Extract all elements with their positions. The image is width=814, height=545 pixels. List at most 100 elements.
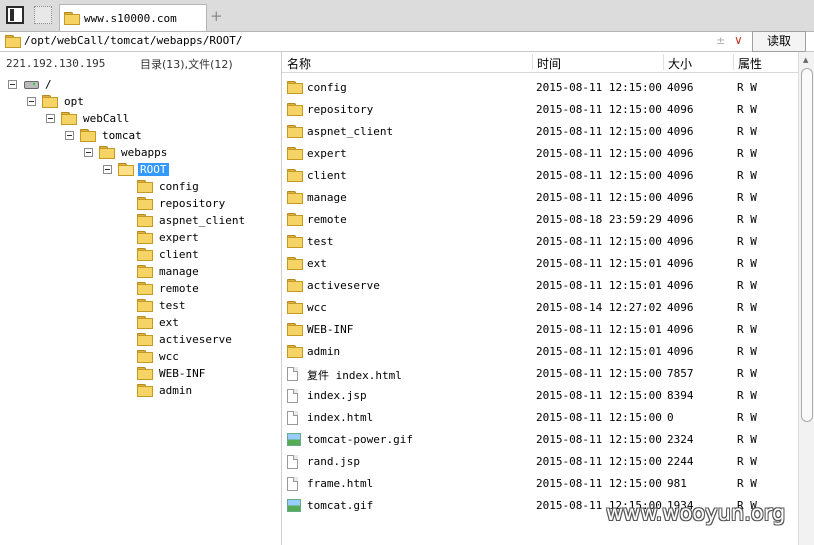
column-attr[interactable]: 属性 [738, 55, 762, 72]
tree-node[interactable]: webCall [46, 110, 131, 126]
tab-site[interactable]: www.s10000.com [59, 4, 207, 31]
file-row[interactable]: activeserve 2015-08-11 12:15:01 4096 R W [282, 275, 797, 297]
collapse-toggle-icon[interactable] [103, 164, 112, 174]
folder-icon [137, 197, 153, 210]
file-size: 2324 [667, 433, 694, 446]
image-file-icon [287, 433, 301, 446]
tree-node-label: tomcat [102, 128, 142, 142]
tree-node[interactable]: wcc [137, 348, 181, 364]
path-input[interactable]: /opt/webCall/tomcat/webapps/ROOT/ [24, 34, 243, 47]
column-divider[interactable] [733, 54, 734, 70]
file-name: frame.html [307, 477, 374, 490]
folder-icon [287, 323, 303, 336]
file-name: index.jsp [307, 389, 367, 402]
tree-node-label: WEB-INF [159, 366, 206, 380]
file-row[interactable]: admin 2015-08-11 12:15:01 4096 R W [282, 341, 797, 363]
tree-node[interactable]: remote [137, 280, 201, 296]
vertical-scrollbar[interactable]: ▲ [798, 52, 814, 545]
column-divider[interactable] [663, 54, 664, 70]
file-row[interactable]: tomcat-power.gif 2015-08-11 12:15:00 2324 R… [282, 429, 797, 451]
item-counts: 目录(13),文件(12) [140, 58, 233, 71]
directory-tree-panel: 221.192.130.195 目录(13),文件(12) / opt webCal… [0, 52, 282, 545]
file-row[interactable]: index.jsp 2015-08-11 12:15:00 8394 R W [282, 385, 797, 407]
tree-node[interactable]: WEB-INF [137, 365, 207, 381]
add-tab-button[interactable]: + [210, 7, 223, 25]
chevron-down-icon[interactable]: ∨ [734, 33, 743, 47]
folder-icon [5, 35, 21, 48]
folder-icon [80, 129, 96, 142]
tree-node[interactable]: test [137, 297, 188, 313]
collapse-toggle-icon[interactable] [84, 147, 93, 157]
file-attr: R W [737, 235, 757, 248]
tree-node[interactable]: client [137, 246, 201, 262]
file-size: 4096 [667, 81, 694, 94]
file-row[interactable]: manage 2015-08-11 12:15:00 4096 R W [282, 187, 797, 209]
file-time: 2015-08-11 12:15:01 [536, 345, 662, 358]
tree-node-label: wcc [159, 349, 179, 363]
tree-node-label: test [159, 298, 186, 312]
file-row[interactable]: config 2015-08-11 12:15:00 4096 R W [282, 77, 797, 99]
collapse-toggle-icon[interactable] [46, 113, 55, 123]
file-row[interactable]: frame.html 2015-08-11 12:15:00 981 R W [282, 473, 797, 495]
file-attr: R W [737, 257, 757, 270]
file-row[interactable]: test 2015-08-11 12:15:00 4096 R W [282, 231, 797, 253]
tree-node[interactable]: config [137, 178, 201, 194]
folder-icon [287, 345, 303, 358]
tree-node[interactable]: tomcat [65, 127, 144, 143]
window-toggle-icon[interactable] [6, 6, 24, 24]
collapse-toggle-icon[interactable] [65, 130, 74, 140]
tree-node[interactable]: manage [137, 263, 201, 279]
file-row[interactable]: remote 2015-08-18 23:59:29 4096 R W [282, 209, 797, 231]
tree-node[interactable]: expert [137, 229, 201, 245]
file-row[interactable]: 复件 index.html 2015-08-11 12:15:00 7857 R W [282, 363, 797, 385]
file-attr: R W [737, 455, 757, 468]
tree-node[interactable]: activeserve [137, 331, 234, 347]
file-row[interactable]: aspnet_client 2015-08-11 12:15:00 4096 R W [282, 121, 797, 143]
file-time: 2015-08-11 12:15:01 [536, 257, 662, 270]
grid-view-icon[interactable] [34, 6, 52, 24]
file-size: 4096 [667, 235, 694, 248]
file-size: 4096 [667, 191, 694, 204]
folder-icon [137, 282, 153, 295]
folder-icon [137, 265, 153, 278]
file-row[interactable]: ext 2015-08-11 12:15:01 4096 R W [282, 253, 797, 275]
read-button[interactable]: 读取 [752, 31, 806, 52]
tree-node[interactable]: repository [137, 195, 227, 211]
file-name: remote [307, 213, 347, 226]
collapse-toggle-icon[interactable] [27, 96, 36, 106]
scroll-up-icon[interactable]: ▲ [803, 56, 808, 64]
watermark: www.wooyun.org [606, 501, 786, 525]
tree-node[interactable]: / [8, 76, 54, 92]
file-attr: R W [737, 147, 757, 160]
collapse-toggle-icon[interactable] [8, 79, 17, 89]
folder-icon [287, 103, 303, 116]
tree-node[interactable]: ROOT [103, 161, 169, 177]
column-name[interactable]: 名称 [287, 55, 311, 72]
tab-title: www.s10000.com [84, 11, 177, 25]
tree-node[interactable]: opt [27, 93, 86, 109]
file-row[interactable]: WEB-INF 2015-08-11 12:15:01 4096 R W [282, 319, 797, 341]
column-divider[interactable] [532, 54, 533, 70]
file-row[interactable]: expert 2015-08-11 12:15:00 4096 R W [282, 143, 797, 165]
file-list-panel: 名称 时间 大小 属性 config 2015-08-11 12:15:00 409… [282, 52, 814, 545]
file-row[interactable]: rand.jsp 2015-08-11 12:15:00 2244 R W [282, 451, 797, 473]
tree-node[interactable]: ext [137, 314, 181, 330]
tree-node[interactable]: webapps [84, 144, 169, 160]
file-row[interactable]: client 2015-08-11 12:15:00 4096 R W [282, 165, 797, 187]
column-size[interactable]: 大小 [668, 55, 692, 72]
folder-icon [137, 248, 153, 261]
file-row[interactable]: wcc 2015-08-14 12:27:02 4096 R W [282, 297, 797, 319]
column-time[interactable]: 时间 [537, 55, 561, 72]
tree-node[interactable]: aspnet_client [137, 212, 247, 228]
file-time: 2015-08-11 12:15:00 [536, 169, 662, 182]
file-row[interactable]: repository 2015-08-11 12:15:00 4096 R W [282, 99, 797, 121]
file-size: 4096 [667, 345, 694, 358]
file-name: expert [307, 147, 347, 160]
scrollbar-thumb[interactable] [801, 68, 813, 422]
tree-node[interactable]: admin [137, 382, 194, 398]
up-down-icon[interactable]: ± [716, 34, 725, 47]
file-name: activeserve [307, 279, 380, 292]
folder-icon [137, 367, 153, 380]
file-row[interactable]: index.html 2015-08-11 12:15:00 0 R W [282, 407, 797, 429]
file-name: ext [307, 257, 327, 270]
